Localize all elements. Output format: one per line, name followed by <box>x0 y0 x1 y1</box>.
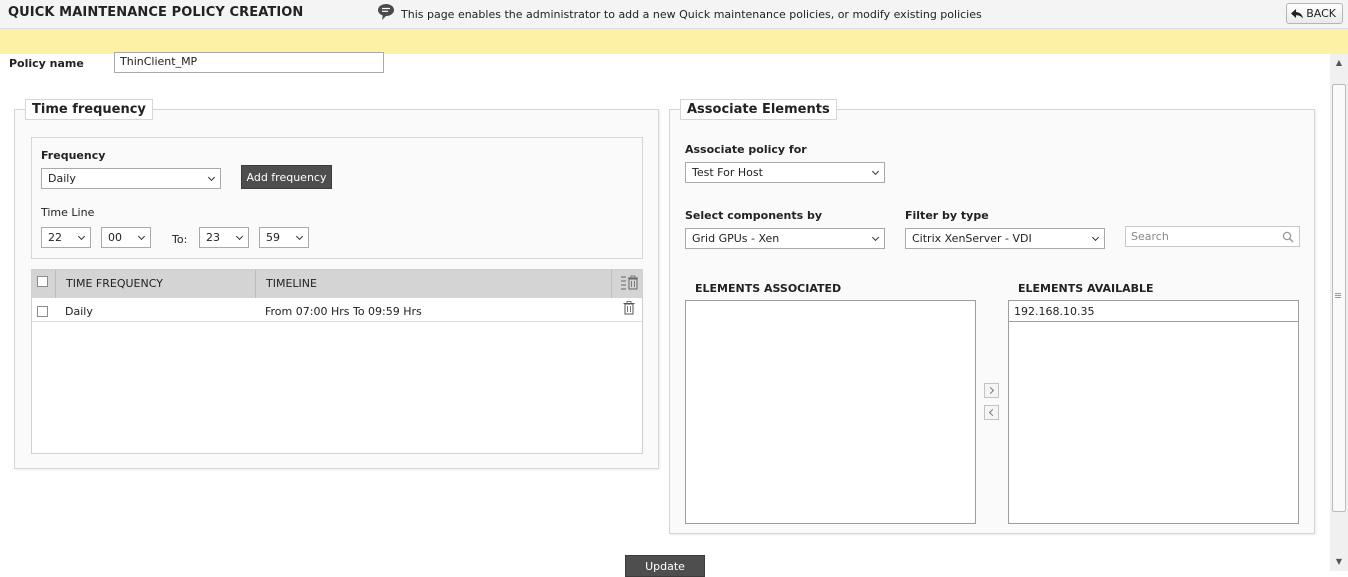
move-left-button[interactable] <box>984 405 999 420</box>
filter-by-type-label: Filter by type <box>905 209 989 222</box>
elements-available-header: ELEMENTS AVAILABLE <box>1018 282 1154 295</box>
chevron-down-icon <box>871 233 880 241</box>
end-hour-value: 23 <box>206 231 220 244</box>
chevron-down-icon <box>77 232 86 240</box>
chevron-down-icon <box>295 232 304 240</box>
chevron-down-icon <box>235 232 244 240</box>
chevron-down-icon <box>1091 233 1100 241</box>
policy-name-value: ThinClient_MP <box>120 55 198 68</box>
select-all-checkbox[interactable] <box>37 276 48 287</box>
add-frequency-button[interactable]: Add frequency <box>241 165 332 189</box>
associate-policy-for-label: Associate policy for <box>685 143 807 156</box>
column-header-timeline: TIMELINE <box>266 277 317 290</box>
to-label: To: <box>172 233 188 246</box>
select-components-select[interactable]: Grid GPUs - Xen <box>685 228 885 249</box>
chevron-down-icon <box>871 167 880 175</box>
start-minute-value: 00 <box>108 231 122 244</box>
speech-bubble-icon <box>378 4 394 20</box>
time-frequency-legend: Time frequency <box>25 99 153 120</box>
frequency-value: Daily <box>48 172 76 185</box>
policy-name-input[interactable]: ThinClient_MP <box>114 52 384 73</box>
page-title: QUICK MAINTENANCE POLICY CREATION <box>8 5 304 20</box>
end-minute-value: 59 <box>266 231 280 244</box>
scroll-up-icon[interactable]: ▲ <box>1330 56 1348 70</box>
associate-policy-for-select[interactable]: Test For Host <box>685 162 885 183</box>
chevron-down-icon <box>207 173 216 181</box>
end-hour-select[interactable]: 23 <box>199 227 249 248</box>
info-bar <box>0 29 1348 54</box>
column-header-time-frequency: TIME FREQUENCY <box>66 277 163 290</box>
scroll-down-icon[interactable]: ▼ <box>1330 555 1348 569</box>
available-item-label: 192.168.10.35 <box>1014 305 1095 318</box>
search-input[interactable]: Search <box>1125 226 1300 247</box>
delete-all-icon[interactable] <box>621 275 639 290</box>
scroll-thumb[interactable] <box>1332 84 1346 512</box>
policy-name-label: Policy name <box>9 57 84 70</box>
filter-by-type-select[interactable]: Citrix XenServer - VDI <box>905 228 1105 249</box>
header-divider <box>255 270 256 298</box>
search-placeholder: Search <box>1131 230 1169 243</box>
trash-icon[interactable] <box>623 301 635 315</box>
header-divider <box>611 270 612 298</box>
frequency-select[interactable]: Daily <box>41 168 221 189</box>
end-minute-select[interactable]: 59 <box>259 227 309 248</box>
associate-policy-for-value: Test For Host <box>692 166 763 179</box>
row-timeline: From 07:00 Hrs To 09:59 Hrs <box>265 305 422 318</box>
elements-associated-list[interactable] <box>685 300 976 524</box>
move-right-button[interactable] <box>984 383 999 398</box>
back-button[interactable]: BACK <box>1286 3 1343 24</box>
timeline-label: Time Line <box>41 206 95 219</box>
row-checkbox[interactable] <box>37 306 48 317</box>
chevron-left-icon <box>988 408 997 417</box>
list-item[interactable]: 192.168.10.35 <box>1009 301 1298 322</box>
info-text: This page enables the administrator to a… <box>401 8 982 21</box>
start-hour-select[interactable]: 22 <box>41 227 91 248</box>
chevron-down-icon <box>137 232 146 240</box>
elements-available-list[interactable] <box>1008 300 1299 524</box>
start-minute-select[interactable]: 00 <box>101 227 151 248</box>
filter-by-type-value: Citrix XenServer - VDI <box>912 232 1032 245</box>
back-arrow-icon <box>1291 8 1304 18</box>
chevron-right-icon <box>986 386 995 395</box>
search-icon[interactable] <box>1282 231 1294 243</box>
update-button[interactable]: Update <box>625 555 705 577</box>
start-hour-value: 22 <box>48 231 62 244</box>
header-divider <box>55 270 56 298</box>
row-frequency: Daily <box>65 305 93 318</box>
select-components-label: Select components by <box>685 209 822 222</box>
scroll-grip-icon <box>1335 293 1341 294</box>
select-components-value: Grid GPUs - Xen <box>692 232 780 245</box>
frequency-label: Frequency <box>41 149 106 162</box>
elements-associated-header: ELEMENTS ASSOCIATED <box>695 282 842 295</box>
associate-elements-legend: Associate Elements <box>680 99 837 120</box>
back-label: BACK <box>1306 7 1336 20</box>
